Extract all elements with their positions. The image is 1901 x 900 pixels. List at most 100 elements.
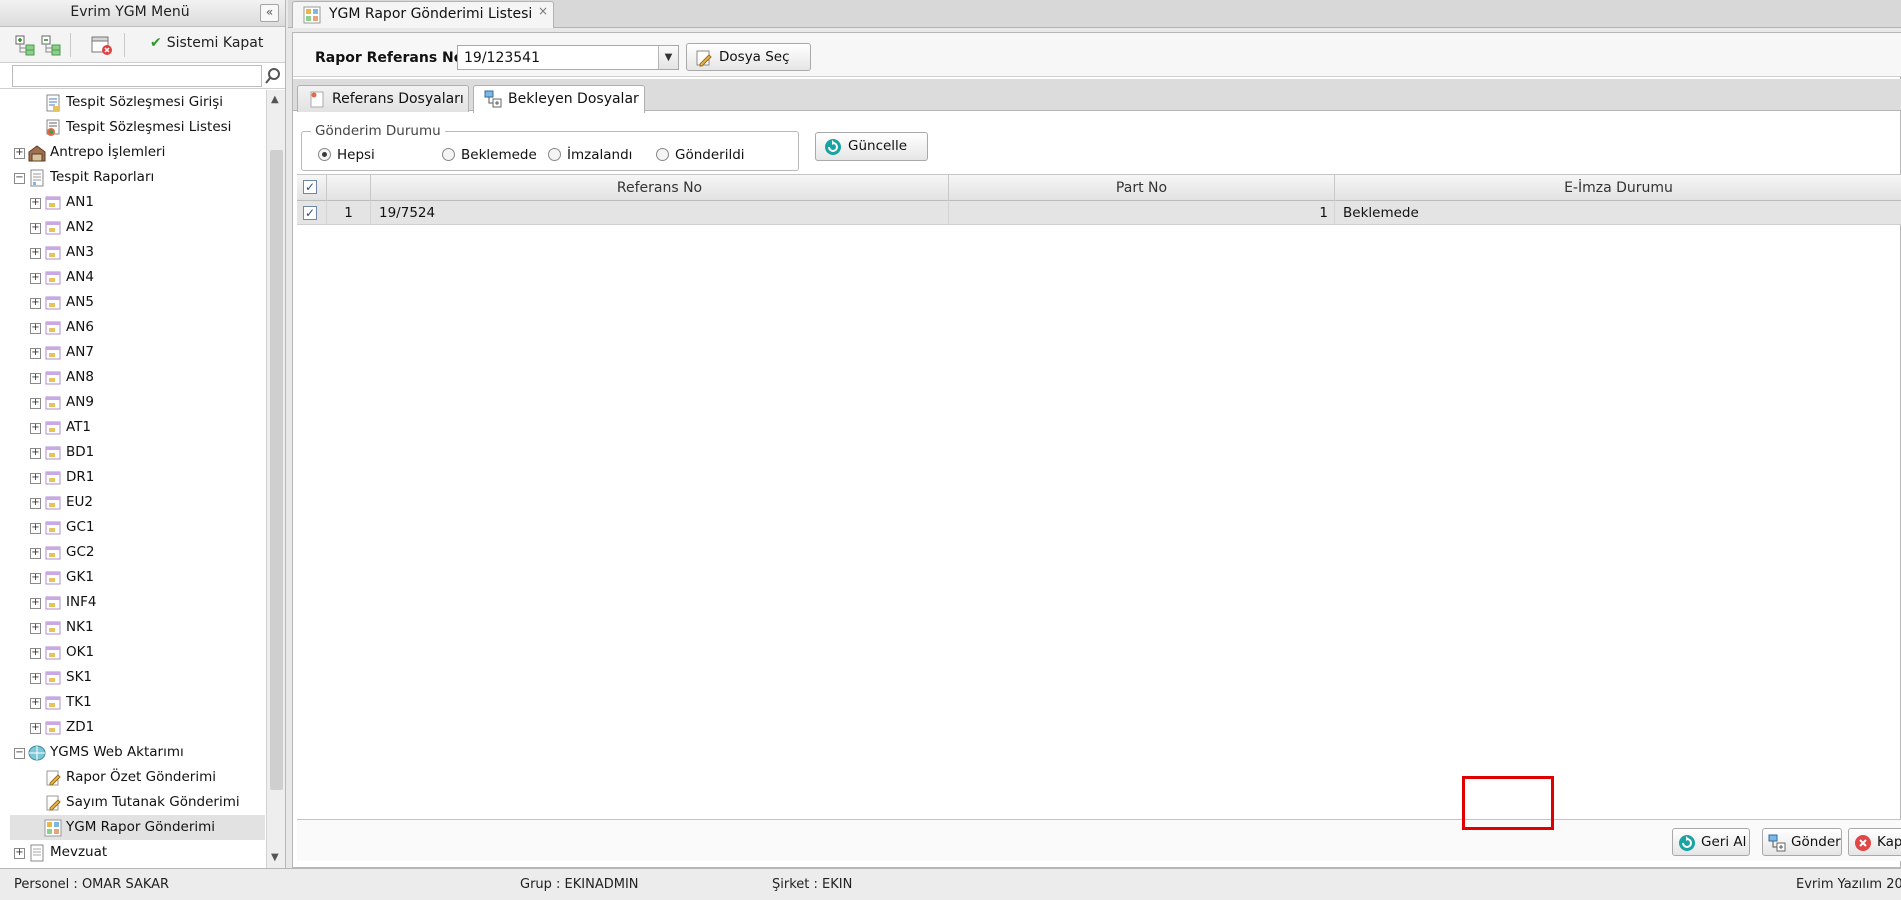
ref-no-header[interactable]: Referans No xyxy=(371,175,949,201)
expand-plus-icon[interactable]: + xyxy=(30,198,41,209)
expand-plus-icon[interactable]: + xyxy=(30,548,41,559)
main-tab-strip: YGM Rapor Gönderimi Listesi × xyxy=(288,0,1901,28)
select-all-checkbox[interactable]: ✓ xyxy=(303,180,317,194)
esign-status-header[interactable]: E-İmza Durumu xyxy=(1335,175,1901,201)
expand-plus-icon[interactable]: + xyxy=(30,398,41,409)
scrollbar-thumb[interactable] xyxy=(270,150,283,790)
expand-plus-icon[interactable]: + xyxy=(30,698,41,709)
tree-item[interactable]: + AT1 xyxy=(10,415,265,440)
close-tab-icon[interactable]: × xyxy=(538,4,548,18)
tree-item[interactable]: + GC1 xyxy=(10,515,265,540)
tree-item[interactable]: Rapor Özet Gönderimi xyxy=(10,765,265,790)
close-button[interactable]: Kapat xyxy=(1848,828,1901,856)
radio-pending[interactable]: Beklemede xyxy=(442,147,537,163)
tree-item[interactable]: + EU2 xyxy=(10,490,265,515)
tree-item[interactable]: + AN5 xyxy=(10,290,265,315)
expand-plus-icon[interactable]: + xyxy=(30,248,41,259)
reference-no-combobox[interactable]: 19/123541 ▼ xyxy=(457,45,679,70)
expand-plus-icon[interactable]: + xyxy=(30,523,41,534)
part-no-header[interactable]: Part No xyxy=(949,175,1335,201)
tree-item[interactable]: + AN6 xyxy=(10,315,265,340)
folder-icon xyxy=(45,221,61,235)
menu-search-button[interactable] xyxy=(263,65,283,87)
tree-item[interactable]: + AN2 xyxy=(10,215,265,240)
expand-plus-icon[interactable]: + xyxy=(30,473,41,484)
tree-item[interactable]: + BD1 xyxy=(10,440,265,465)
expand-all-button[interactable] xyxy=(14,34,38,56)
tree-item[interactable]: + OK1 xyxy=(10,640,265,665)
status-vendor: Evrim Yazılım 201 xyxy=(1796,877,1901,892)
close-windows-button[interactable] xyxy=(90,34,114,56)
undo-button[interactable]: Geri Al xyxy=(1672,828,1750,856)
tree-item[interactable]: − YGMS Web Aktarımı xyxy=(10,740,265,765)
tree-item[interactable]: + GC2 xyxy=(10,540,265,565)
select-all-cell: ✓ xyxy=(297,175,327,201)
tree-item-label: Rapor Özet Gönderimi xyxy=(66,769,216,785)
chevron-down-icon[interactable]: ▼ xyxy=(658,46,678,69)
tree-item[interactable]: + INF4 xyxy=(10,590,265,615)
expand-plus-icon[interactable]: + xyxy=(30,648,41,659)
table-row[interactable]: ✓ 1 19/7524 1 Beklemede xyxy=(297,201,1901,225)
tree-item[interactable]: + AN8 xyxy=(10,365,265,390)
collapse-all-button[interactable] xyxy=(40,34,64,56)
refresh-button[interactable]: Güncelle xyxy=(815,132,928,161)
expand-plus-icon[interactable]: + xyxy=(30,448,41,459)
expand-plus-icon[interactable]: + xyxy=(30,373,41,384)
pending-files-grid: ✓ Referans No Part No E-İmza Durumu ✓ 1 … xyxy=(297,174,1901,814)
expand-plus-icon[interactable]: + xyxy=(14,148,25,159)
radio-all[interactable]: Hepsi xyxy=(318,147,375,163)
expand-plus-icon[interactable]: + xyxy=(30,423,41,434)
tree-item[interactable]: Tespit Sözleşmesi Listesi xyxy=(10,115,265,140)
tree-item[interactable]: Tespit Sözleşmesi Girişi xyxy=(10,90,265,115)
expand-plus-icon[interactable]: + xyxy=(30,673,41,684)
menu-search-input[interactable] xyxy=(12,65,262,87)
tab-reference-files[interactable]: Referans Dosyaları xyxy=(297,85,469,112)
tree-item[interactable]: + SK1 xyxy=(10,665,265,690)
tree-item[interactable]: + DR1 xyxy=(10,465,265,490)
tree-item[interactable]: + AN7 xyxy=(10,340,265,365)
tree-item[interactable]: YGM Rapor Gönderimi xyxy=(10,815,265,840)
close-system-button[interactable]: ✔ Sistemi Kapat xyxy=(150,35,263,51)
expand-plus-icon[interactable]: + xyxy=(30,298,41,309)
tree-item[interactable]: − Tespit Raporları xyxy=(10,165,265,190)
radio-signed[interactable]: İmzalandı xyxy=(548,147,632,163)
tree-item[interactable]: Sayım Tutanak Gönderimi xyxy=(10,790,265,815)
send-button[interactable]: Gönder xyxy=(1762,828,1842,856)
expand-plus-icon[interactable]: + xyxy=(30,348,41,359)
tree-item[interactable]: + NK1 xyxy=(10,615,265,640)
search-icon xyxy=(265,68,280,84)
tree-item[interactable]: + AN1 xyxy=(10,190,265,215)
expand-plus-icon[interactable]: + xyxy=(30,323,41,334)
tree-item[interactable]: + AN4 xyxy=(10,265,265,290)
collapse-minus-icon[interactable]: − xyxy=(14,748,25,759)
tree-item[interactable]: + Antrepo İşlemleri xyxy=(10,140,265,165)
tree-item-label: ZD1 xyxy=(66,719,95,735)
expand-plus-icon[interactable]: + xyxy=(30,598,41,609)
send-status-filter: Gönderim Durumu Hepsi Beklemede İmzaland… xyxy=(301,123,799,171)
expand-plus-icon[interactable]: + xyxy=(30,498,41,509)
collapse-panel-button[interactable]: « xyxy=(260,4,279,22)
tree-item[interactable]: + AN3 xyxy=(10,240,265,265)
expand-plus-icon[interactable]: + xyxy=(14,848,25,859)
row-checkbox[interactable]: ✓ xyxy=(303,206,317,220)
expand-plus-icon[interactable]: + xyxy=(30,723,41,734)
tree-item[interactable]: + ZD1 xyxy=(10,715,265,740)
expand-plus-icon[interactable]: + xyxy=(30,623,41,634)
expand-plus-icon[interactable]: + xyxy=(30,273,41,284)
select-file-button[interactable]: Dosya Seç xyxy=(686,43,811,71)
expand-plus-icon[interactable]: + xyxy=(30,573,41,584)
scroll-down-arrow-icon[interactable]: ▼ xyxy=(271,852,279,863)
tree-item[interactable]: + AN9 xyxy=(10,390,265,415)
folder-icon xyxy=(45,471,61,485)
scroll-up-arrow-icon[interactable]: ▲ xyxy=(271,94,279,105)
tree-item[interactable]: + Mevzuat xyxy=(10,840,265,865)
menu-tree-scrollbar[interactable]: ▲ ▼ xyxy=(266,90,285,868)
tab-pending-files[interactable]: Bekleyen Dosyalar xyxy=(473,85,645,113)
tree-item[interactable]: + TK1 xyxy=(10,690,265,715)
expand-plus-icon[interactable]: + xyxy=(30,223,41,234)
collapse-minus-icon[interactable]: − xyxy=(14,173,25,184)
tree-item-label: AN6 xyxy=(66,319,94,335)
tree-item[interactable]: + GK1 xyxy=(10,565,265,590)
radio-sent[interactable]: Gönderildi xyxy=(656,147,745,163)
tab-ygm-report-list[interactable]: YGM Rapor Gönderimi Listesi × xyxy=(292,1,554,28)
